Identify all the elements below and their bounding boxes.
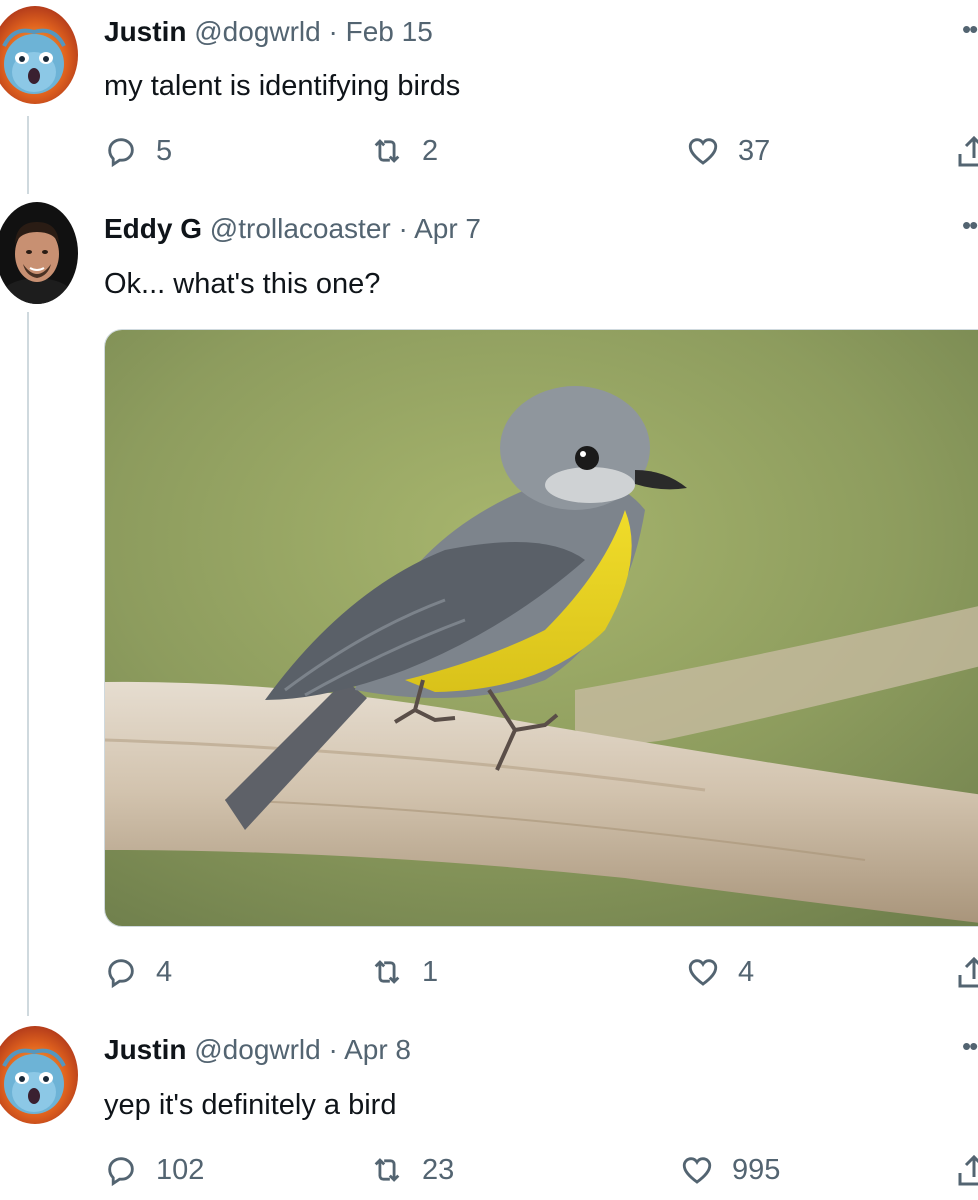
handle[interactable]: @dogwrld <box>194 1034 320 1065</box>
more-icon[interactable]: •• <box>962 14 978 45</box>
separator: · <box>390 213 415 244</box>
separator: · <box>320 1034 345 1065</box>
share-icon[interactable] <box>954 134 978 170</box>
like-button[interactable]: 995 <box>680 1153 780 1187</box>
reply-count: 102 <box>156 1153 205 1186</box>
retweet-count: 2 <box>422 134 439 167</box>
avatar[interactable] <box>0 6 78 104</box>
tweet-text: Ok... what's this one? <box>104 268 381 300</box>
retweet-count: 23 <box>422 1153 455 1186</box>
thread-line <box>27 312 29 1016</box>
heart-icon <box>682 1157 712 1184</box>
avatar[interactable] <box>0 202 78 304</box>
display-name[interactable]: Justin <box>104 1034 186 1065</box>
retweet-icon <box>374 139 400 163</box>
retweet-button[interactable]: 23 <box>370 1153 454 1187</box>
heart-icon <box>688 138 718 165</box>
tweet-header: Justin @dogwrld · Apr 8 <box>104 1034 411 1066</box>
more-icon[interactable]: •• <box>962 210 978 241</box>
like-count: 995 <box>732 1153 781 1186</box>
retweet-button[interactable]: 2 <box>370 134 438 168</box>
avatar[interactable] <box>0 1026 78 1124</box>
reply-icon <box>108 138 134 168</box>
reply-button[interactable]: 102 <box>104 1153 204 1187</box>
retweet-button[interactable]: 1 <box>370 955 438 989</box>
share-icon[interactable] <box>954 955 978 991</box>
reply-icon <box>108 959 134 989</box>
timestamp[interactable]: Feb 15 <box>346 16 433 47</box>
heart-icon <box>688 959 718 986</box>
tweet-header: Eddy G @trollacoaster · Apr 7 <box>104 213 481 245</box>
timestamp[interactable]: Apr 8 <box>344 1034 411 1065</box>
reply-button[interactable]: 4 <box>104 955 172 989</box>
retweet-icon <box>374 960 400 984</box>
like-count: 4 <box>738 955 755 988</box>
like-button[interactable]: 37 <box>686 134 770 168</box>
more-icon[interactable]: •• <box>962 1031 978 1062</box>
display-name[interactable]: Justin <box>104 16 186 47</box>
handle[interactable]: @dogwrld <box>194 16 320 47</box>
share-icon[interactable] <box>954 1153 978 1189</box>
reply-count: 4 <box>156 955 173 988</box>
thread-line <box>27 116 29 194</box>
tweet-photo[interactable] <box>104 329 978 927</box>
retweet-icon <box>374 1158 400 1182</box>
reply-icon <box>108 1157 134 1187</box>
like-count: 37 <box>738 134 771 167</box>
handle[interactable]: @trollacoaster <box>210 213 391 244</box>
tweet-header: Justin @dogwrld · Feb 15 <box>104 16 433 48</box>
display-name[interactable]: Eddy G <box>104 213 202 244</box>
reply-button[interactable]: 5 <box>104 134 172 168</box>
retweet-count: 1 <box>422 955 439 988</box>
reply-count: 5 <box>156 134 173 167</box>
tweet-text: my talent is identifying birds <box>104 70 461 102</box>
separator: · <box>320 16 346 47</box>
timestamp[interactable]: Apr 7 <box>414 213 481 244</box>
tweet-text: yep it's definitely a bird <box>104 1089 397 1121</box>
like-button[interactable]: 4 <box>686 955 754 989</box>
